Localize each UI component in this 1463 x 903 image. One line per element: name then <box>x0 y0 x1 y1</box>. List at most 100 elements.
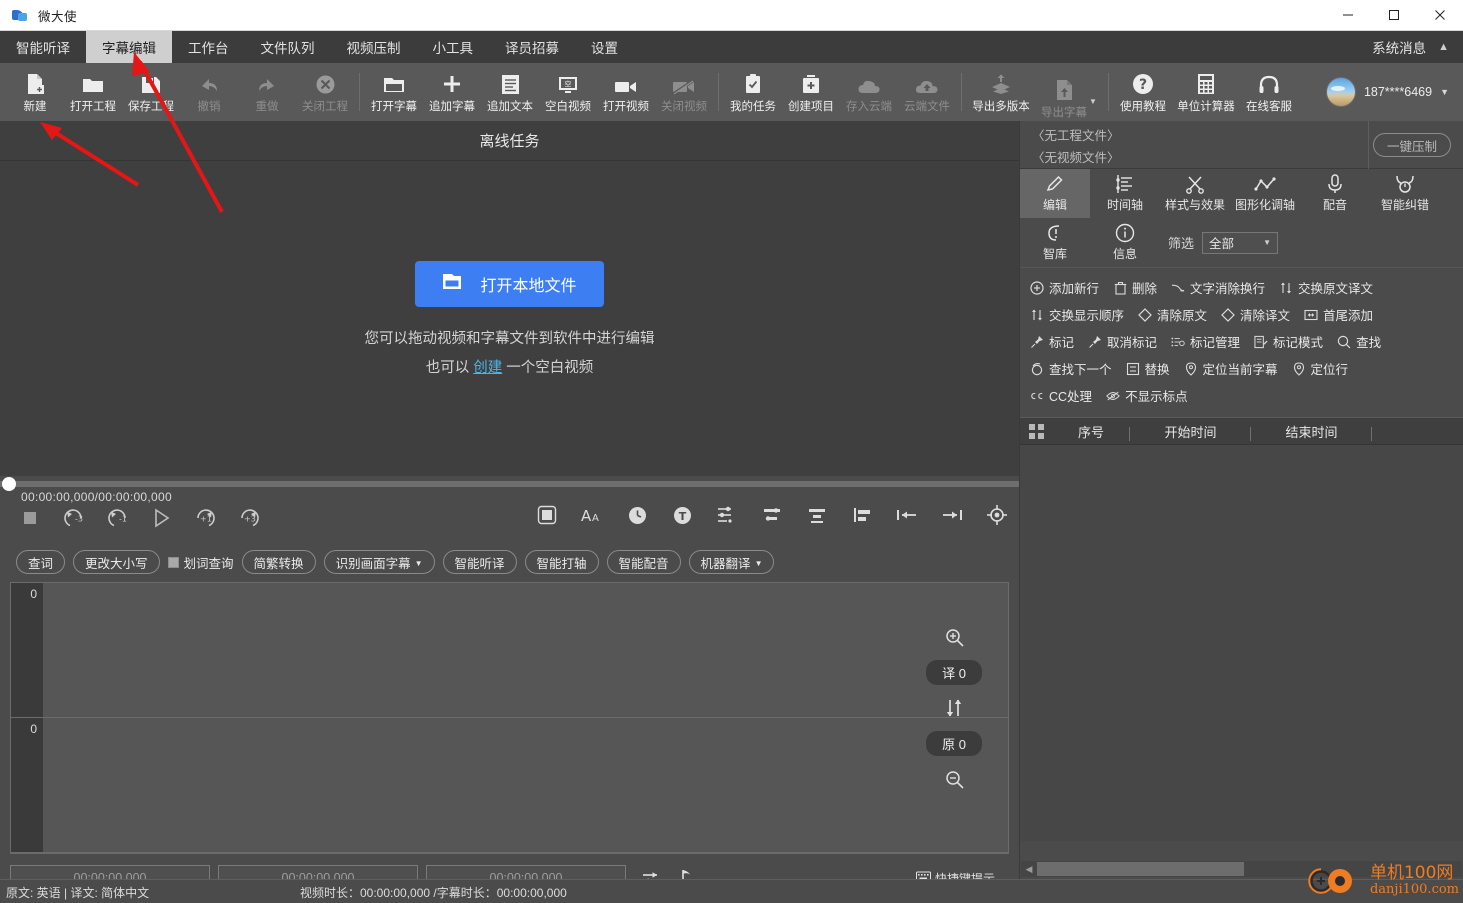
snap-left-icon[interactable] <box>896 504 918 526</box>
translated-count-pill[interactable]: 译 0 <box>926 660 982 685</box>
mode-tab-edit[interactable]: 编辑 <box>1020 169 1090 218</box>
tab-tools[interactable]: 小工具 <box>417 31 490 63</box>
avatar[interactable] <box>1325 77 1356 107</box>
forward-3-icon[interactable]: +3 <box>238 506 262 530</box>
chevron-down-icon[interactable]: ▼ <box>755 559 763 568</box>
checkbox-select-query[interactable]: 划词查询 <box>167 553 234 572</box>
font-size-icon[interactable]: AA <box>581 504 603 526</box>
ribbon-append-subtitle[interactable]: 追加字幕 <box>423 64 481 120</box>
ribbon-save-project[interactable]: 保存工程 <box>122 64 180 120</box>
snap-right-icon[interactable] <box>941 504 963 526</box>
chip-change-case[interactable]: 更改大小写 <box>73 550 160 574</box>
cmd-remove-line-breaks[interactable]: 文字消除换行 <box>1171 278 1265 297</box>
subtitle-text-cell[interactable] <box>43 583 1008 717</box>
chevron-up-icon[interactable]: ▲ <box>1438 41 1449 53</box>
create-blank-video-link[interactable]: 创建 <box>473 360 502 376</box>
ribbon-cloud-files[interactable]: 云端文件 <box>898 64 956 120</box>
back-3-icon[interactable]: -3 <box>62 506 86 530</box>
clock-icon[interactable] <box>626 504 648 526</box>
cmd-swap-source-target[interactable]: 交换原文译文 <box>1279 278 1373 297</box>
cmd-add-head-tail[interactable]: 首尾添加 <box>1304 305 1373 324</box>
forward-1-icon[interactable]: +1 <box>194 506 218 530</box>
target-icon[interactable] <box>986 504 1008 526</box>
swap-vertical-icon[interactable] <box>942 696 966 720</box>
cmd-locate-current-subtitle[interactable]: 定位当前字幕 <box>1184 359 1278 378</box>
cmd-find[interactable]: 查找 <box>1337 332 1381 351</box>
subtitle-list-body[interactable] <box>1020 445 1463 841</box>
cmd-find-next[interactable]: 查找下一个 <box>1030 359 1112 378</box>
cmd-mark-mode[interactable]: 标记模式 <box>1254 332 1323 351</box>
filter-select[interactable]: 全部 ▼ <box>1202 231 1279 254</box>
play-icon[interactable] <box>150 506 174 530</box>
ribbon-close-project[interactable]: 关闭工程 <box>296 64 354 120</box>
chip-smart-transcribe[interactable]: 智能听译 <box>442 550 517 574</box>
chip-lookup-word[interactable]: 查词 <box>16 550 66 574</box>
subtitle-row-original[interactable]: 0 <box>11 718 1008 853</box>
column-header-end-time[interactable]: 结束时间 <box>1251 422 1372 441</box>
ribbon-save-cloud[interactable]: 存入云端 <box>840 64 898 120</box>
close-button[interactable] <box>1417 0 1463 31</box>
stop-icon[interactable] <box>18 506 42 530</box>
chip-simplified-traditional[interactable]: 简繁转换 <box>241 550 316 574</box>
cmd-mark-manage[interactable]: 标记管理 <box>1171 332 1240 351</box>
scrollbar-thumb[interactable] <box>1037 862 1244 876</box>
chevron-down-icon[interactable]: ▼ <box>1089 97 1097 106</box>
zoom-in-icon[interactable] <box>942 625 966 649</box>
tab-smart-transcribe[interactable]: 智能听译 <box>0 31 86 63</box>
cmd-clear-source[interactable]: 清除原文 <box>1138 305 1207 324</box>
one-key-encode-button[interactable]: 一键压制 <box>1373 133 1451 157</box>
ribbon-close-video[interactable]: 关闭视频 <box>655 64 713 120</box>
subtitle-text-cell[interactable] <box>43 718 1008 852</box>
ribbon-open-subtitle[interactable]: 打开字幕 <box>365 64 423 120</box>
sliders-icon[interactable] <box>716 504 738 526</box>
cmd-swap-display-order[interactable]: 交换显示顺序 <box>1030 305 1124 324</box>
cmd-clear-target[interactable]: 清除译文 <box>1221 305 1290 324</box>
cmd-replace[interactable]: 替换 <box>1126 359 1170 378</box>
minimize-button[interactable] <box>1325 0 1371 31</box>
open-local-file-button[interactable]: 打开本地文件 <box>415 260 604 307</box>
ribbon-open-video[interactable]: 打开视频 <box>597 64 655 120</box>
chip-machine-translate[interactable]: 机器翻译 ▼ <box>688 550 775 574</box>
ribbon-export-multi[interactable]: 导出多版本 <box>967 64 1035 120</box>
column-header-index[interactable]: 序号 <box>1052 422 1130 441</box>
cmd-hide-punctuation[interactable]: 不显示标点 <box>1106 386 1188 405</box>
ribbon-append-text[interactable]: 追加文本 <box>481 64 539 120</box>
mode-tab-info[interactable]: 信息 <box>1090 218 1160 267</box>
tab-settings[interactable]: 设置 <box>575 31 634 63</box>
grid-icon[interactable] <box>1020 423 1052 439</box>
chip-smart-dubbing[interactable]: 智能配音 <box>606 550 681 574</box>
align-left-icon[interactable] <box>851 504 873 526</box>
mode-tab-graph-timing[interactable]: 图形化调轴 <box>1230 169 1300 218</box>
tab-video-encode[interactable]: 视频压制 <box>331 31 417 63</box>
original-count-pill[interactable]: 原 0 <box>926 731 982 756</box>
seek-knob[interactable] <box>2 477 16 491</box>
maximize-button[interactable] <box>1371 0 1417 31</box>
ribbon-tutorial[interactable]: ? 使用教程 <box>1114 64 1172 120</box>
chip-recognize-screen-subtitle[interactable]: 识别画面字幕 ▼ <box>323 550 435 574</box>
mode-tab-knowledge[interactable]: 智库 <box>1020 218 1090 267</box>
ribbon-unit-calculator[interactable]: 单位计算器 <box>1172 64 1240 120</box>
cmd-cc-processing[interactable]: CC处理 <box>1030 386 1092 405</box>
back-1-icon[interactable]: -1 <box>106 506 130 530</box>
zoom-out-icon[interactable] <box>942 767 966 791</box>
tab-file-queue[interactable]: 文件队列 <box>245 31 331 63</box>
system-message-area[interactable]: 系统消息 ▲ <box>1372 31 1463 63</box>
cmd-locate-line[interactable]: 定位行 <box>1292 359 1348 378</box>
subtitle-row-translated[interactable]: 0 <box>11 583 1008 718</box>
mode-tab-smart-correct[interactable]: 智能纠错 <box>1370 169 1440 218</box>
ribbon-undo[interactable]: 撤销 <box>180 64 238 120</box>
mode-tab-dubbing[interactable]: 配音 <box>1300 169 1370 218</box>
scroll-left-arrow-icon[interactable]: ◀ <box>1021 864 1037 875</box>
chevron-down-icon[interactable]: ▼ <box>1263 238 1271 247</box>
align-center-h-icon[interactable] <box>761 504 783 526</box>
ribbon-online-support[interactable]: 在线客服 <box>1240 64 1298 120</box>
tab-subtitle-edit[interactable]: 字幕编辑 <box>86 31 172 63</box>
ribbon-open-project[interactable]: 打开工程 <box>64 64 122 120</box>
align-bottom-icon[interactable] <box>806 504 828 526</box>
mode-tab-style-effects[interactable]: 样式与效果 <box>1160 169 1230 218</box>
chevron-down-icon[interactable]: ▼ <box>415 559 423 568</box>
text-circle-icon[interactable]: T <box>671 504 693 526</box>
column-header-start-time[interactable]: 开始时间 <box>1130 422 1251 441</box>
ribbon-my-tasks[interactable]: 我的任务 <box>724 64 782 120</box>
ribbon-blank-video[interactable]: 空 空白视频 <box>539 64 597 120</box>
